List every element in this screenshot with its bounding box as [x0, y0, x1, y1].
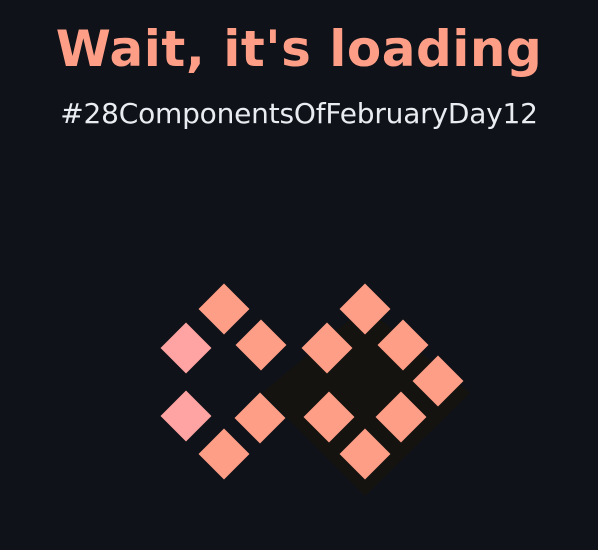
loader-tile: [198, 283, 250, 335]
loader-tile: [198, 428, 250, 480]
loader-tile: [160, 390, 212, 442]
loader-tile: [160, 322, 212, 374]
loader-tile: [235, 319, 287, 371]
infinity-loader: [160, 283, 470, 496]
